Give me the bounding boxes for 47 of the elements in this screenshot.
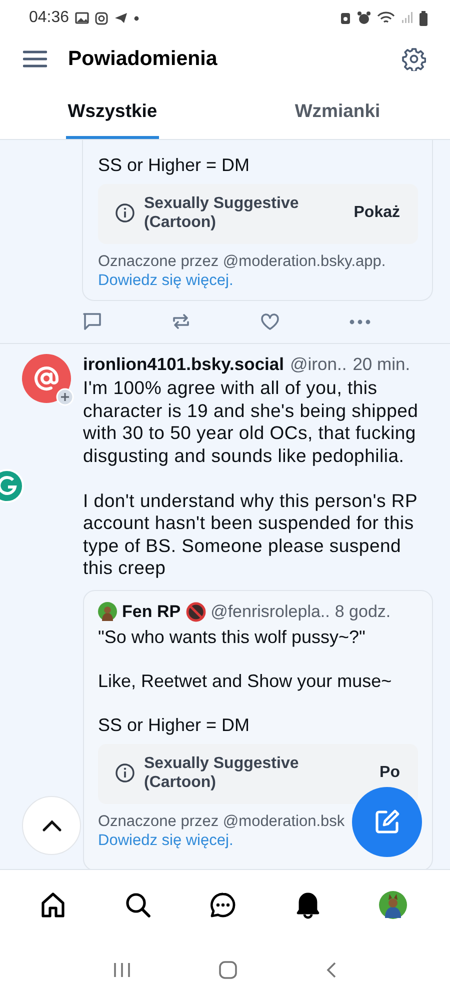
- wifi-icon: [377, 11, 395, 25]
- camera-app-icon: [95, 12, 108, 24]
- avatar-icon[interactable]: [379, 891, 408, 919]
- like-icon[interactable]: [260, 312, 280, 330]
- gallery-icon: [75, 12, 90, 24]
- chevron-up-icon: [42, 820, 62, 832]
- back-icon[interactable]: [324, 961, 337, 979]
- post-text: SS or Higher = DM: [98, 154, 251, 176]
- tab[interactable]: Wzmianki: [292, 82, 382, 139]
- author-handle: @iron..: [290, 354, 347, 375]
- recent-apps-icon[interactable]: [113, 962, 132, 978]
- labeled-by-text: Oznaczone przez @moderation.bsk: [98, 812, 345, 830]
- page-title: Powiadomienia: [68, 47, 218, 71]
- avatar-icon[interactable]: [22, 354, 71, 403]
- battery-icon: [419, 10, 428, 26]
- send-icon: [114, 12, 128, 24]
- author-name: ironlion4101.bsky.social: [83, 354, 284, 375]
- more-icon[interactable]: [349, 318, 371, 324]
- warning-label: Sexually Suggestive (Cartoon): [144, 194, 300, 232]
- show-button[interactable]: Pokaż: [354, 204, 400, 222]
- author-handle: @fenrisrolepla..: [210, 602, 330, 622]
- settings-icon[interactable]: [402, 47, 426, 71]
- home-button-icon[interactable]: [218, 960, 238, 980]
- home-icon[interactable]: [38, 891, 67, 919]
- compose-icon: [373, 808, 401, 836]
- info-icon: [115, 762, 135, 782]
- menu-icon[interactable]: [23, 50, 47, 68]
- search-icon[interactable]: [124, 891, 152, 919]
- post-time: 20 min.: [352, 354, 410, 375]
- avatar: [98, 602, 117, 621]
- author-name: Fen RP: [122, 602, 181, 622]
- follow-plus-icon[interactable]: [56, 388, 74, 406]
- show-button[interactable]: Po: [380, 764, 400, 782]
- floating-badge-icon[interactable]: [0, 469, 24, 503]
- repost-icon[interactable]: [171, 312, 191, 331]
- dot-icon: [134, 16, 140, 20]
- signal-icon: [401, 12, 413, 24]
- labeled-by-text: Oznaczone przez @moderation.bsky.app.: [98, 252, 386, 271]
- status-time: 04:36: [29, 9, 70, 27]
- info-icon: [115, 203, 135, 223]
- reply-icon[interactable]: [82, 312, 102, 331]
- warning-label: Sexually Suggestive (Cartoon): [144, 754, 300, 792]
- adult-content-icon: [186, 602, 206, 622]
- post-time: 8 godz.: [334, 602, 391, 622]
- chat-icon[interactable]: [208, 891, 237, 919]
- post-text: I'm 100% agree with all of you, this character is 19 and she's being shipped with 30 to 50 year old OCs, that fucking disgusting and sounds like pedophilia. I don't understand why this person's RP account hasn't been suspended for this type of BS. Someone please suspend this creep: [83, 377, 420, 580]
- post-text: "So who wants this wolf pussy~?" Like, Reetwet and Show your muse~ SS or Higher = DM: [98, 626, 393, 736]
